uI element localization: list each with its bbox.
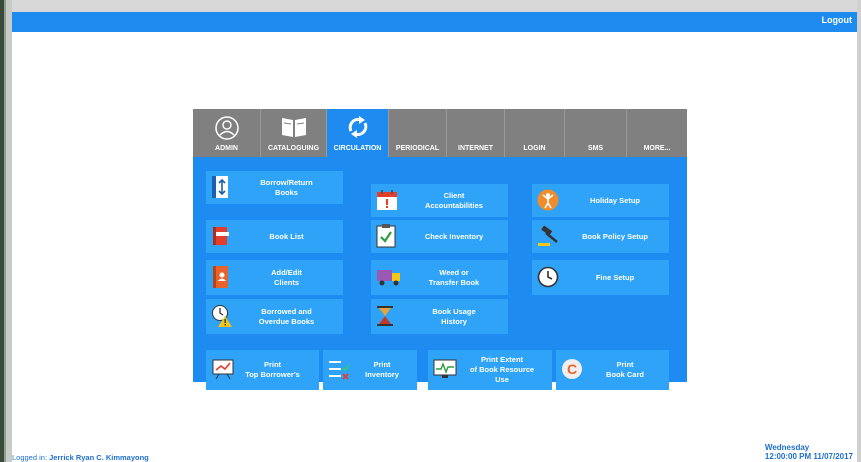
checklist-icon [328,358,350,382]
tab-more[interactable]: MORE... [627,109,687,157]
datetime-display: Wednesday 12:00:00 PM 11/07/2017 [765,443,853,461]
print-book-card-button[interactable]: C Print Book Card [556,350,669,390]
screen-left-border [0,0,12,462]
book-usage-history-button[interactable]: Book Usage History [371,299,508,334]
tab-admin[interactable]: ADMIN [193,109,261,157]
print-top-borrowers-button[interactable]: Print Top Borrower's [206,350,319,390]
tab-periodical[interactable]: PERIODICAL [389,109,447,157]
app-window: Logout ADMIN CATALOGUING CIRCULATION PER… [12,12,857,462]
button-label: Fine Setup [595,272,635,282]
button-label: Client Accountabilities [425,190,483,210]
logged-in-label: Logged in: [12,453,48,462]
button-label: Holiday Setup [589,195,640,205]
tab-circulation[interactable]: CIRCULATION [327,109,389,157]
title-bar: Logout [12,12,857,32]
book-card-icon: C [561,358,583,382]
borrowed-overdue-books-button[interactable]: Borrowed and Overdue Books [206,299,343,334]
clock-warning-icon [211,304,233,330]
book-policy-setup-button[interactable]: Book Policy Setup [532,220,669,253]
screen-right-border [857,0,861,462]
button-label: Book Usage History [432,306,476,326]
button-label: Print Top Borrower's [245,360,300,379]
print-extent-book-resource-use-button[interactable]: Print Extent of Book Resource Use [428,350,552,390]
tab-label: LOGIN [523,145,546,152]
button-label: Check Inventory [424,231,484,241]
tab-label: CATALOGUING [267,145,320,152]
tab-internet[interactable]: INTERNET [447,109,505,157]
login-status: Logged in: Jerrick Ryan C. Kimmayong [12,453,149,462]
book-stack-icon [211,225,231,249]
holiday-setup-button[interactable]: Holiday Setup [532,184,669,217]
circulation-arrows-icon [345,115,371,141]
contact-book-icon [211,265,231,291]
button-label: Borrow/Return Books [260,177,313,197]
weed-transfer-book-button[interactable]: Weed or Transfer Book [371,260,508,295]
logout-link[interactable]: Logout [822,15,853,25]
tab-cataloguing[interactable]: CATALOGUING [261,109,327,157]
tab-label: INTERNET [458,145,493,152]
tab-label: PERIODICAL [395,145,440,152]
fine-setup-button[interactable]: Fine Setup [532,260,669,295]
logged-in-user: Jerrick Ryan C. Kimmayong [49,453,149,462]
tab-label: ADMIN [215,145,238,152]
truck-icon [376,267,402,289]
module-panel: ADMIN CATALOGUING CIRCULATION PERIODICAL… [193,109,687,390]
datetime-label: 12:00:00 PM 11/07/2017 [764,452,853,461]
holiday-person-icon [537,189,559,213]
tab-label: MORE... [643,145,671,152]
hourglass-icon [376,305,394,329]
button-label: Weed or Transfer Book [428,267,480,287]
book-list-button[interactable]: Book List [206,220,343,253]
button-label: Print Extent of Book Resource Use [469,355,535,384]
button-label: Add/Edit Clients [271,267,302,287]
button-label: Print Book Card [606,360,644,379]
add-edit-clients-button[interactable]: Add/Edit Clients [206,260,343,295]
tab-login[interactable]: LOGIN [505,109,565,157]
module-tab-bar: ADMIN CATALOGUING CIRCULATION PERIODICAL… [193,109,687,157]
client-accountabilities-button[interactable]: Client Accountabilities [371,184,508,217]
tab-label: SMS [587,145,604,152]
tab-sms[interactable]: SMS [565,109,627,157]
book-icon [280,115,308,141]
button-label: Book List [269,231,304,241]
gavel-icon [537,224,561,249]
clock-icon [537,266,559,290]
calendar-alert-icon [376,189,398,213]
clipboard-check-icon [376,223,396,250]
print-inventory-button[interactable]: Print Inventory [323,350,417,390]
button-label: Book Policy Setup [582,231,648,241]
screen-top-border [0,0,861,12]
borrow-return-icon [211,175,231,201]
tab-label: CIRCULATION [333,145,382,152]
button-label: Print Inventory [365,360,399,379]
admin-user-icon [214,115,240,143]
borrow-return-books-button[interactable]: Borrow/Return Books [206,171,343,204]
monitor-graph-icon [433,359,457,381]
button-label: Borrowed and Overdue Books [258,306,315,326]
svg-text:C: C [567,361,577,377]
check-inventory-button[interactable]: Check Inventory [371,220,508,253]
day-label: Wednesday [764,443,810,452]
